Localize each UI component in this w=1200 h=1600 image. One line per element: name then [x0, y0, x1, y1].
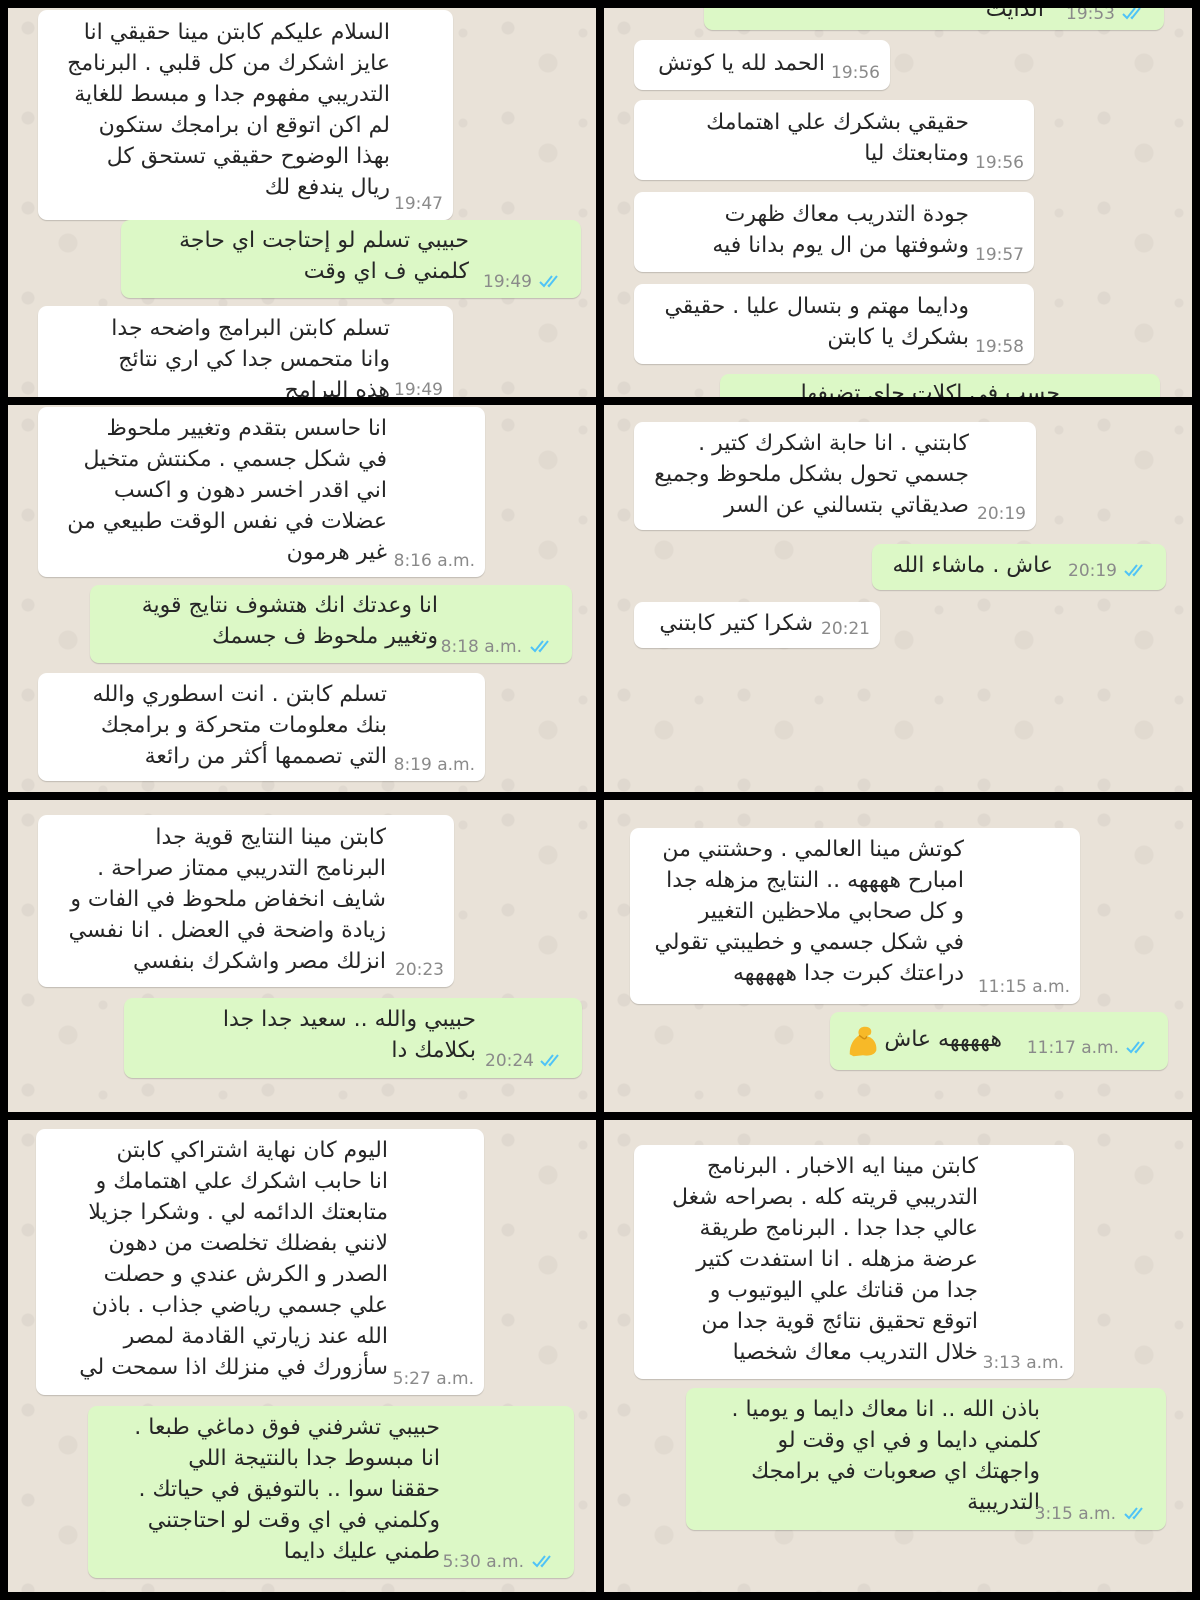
message-bubble-incoming[interactable]: شكرا كتير كابتني 20:21 [634, 602, 880, 648]
message-bubble-outgoing[interactable]: الدايت 19:53 [704, 8, 1164, 30]
message-bubble-outgoing[interactable]: هههههه عاش 11:17 a.m. [830, 1012, 1168, 1070]
message-time: 11:17 a.m. [1026, 1038, 1119, 1058]
message-bubble-incoming[interactable]: كابتني . انا حابة اشكرك كتير . جسمي تحول… [634, 422, 1036, 530]
message-bubble-outgoing[interactable]: حسب في اكلات جاي تضيفها [720, 374, 1160, 397]
chat-panel-5: كابتن مينا النتايج قوية جدا البرنامج الت… [8, 800, 596, 1112]
message-time: 8:19 a.m. [393, 755, 475, 775]
message-time: 8:16 a.m. [393, 551, 475, 571]
chat-panel-2: الدايت 19:53 الحمد لله يا كوتش 19:56 حقي… [604, 8, 1192, 397]
message-time: 3:13 a.m. [982, 1353, 1064, 1373]
message-bubble-incoming[interactable]: اليوم كان نهاية اشتراكي كابتن انا حابب ا… [36, 1129, 484, 1395]
double-check-icon [1122, 8, 1141, 20]
message-time: 11:15 a.m. [977, 977, 1070, 997]
chat-panel-3: انا حاسس بتقدم وتغيير ملحوظ في شكل جسمي … [8, 405, 596, 792]
message-time: 5:30 a.m. [442, 1552, 524, 1572]
chat-panel-4: كابتني . انا حابة اشكرك كتير . جسمي تحول… [604, 405, 1192, 792]
message-bubble-incoming[interactable]: السلام عليكم كابتن مينا حقيقي انا عايز ا… [38, 10, 453, 220]
message-text: ودايما مهتم و بتسال عليا . حقيقي بشكرك ي… [664, 294, 969, 350]
message-text: كابتني . انا حابة اشكرك كتير . جسمي تحول… [654, 431, 969, 518]
message-text: تسلم كابتن . انت اسطوري والله بنك معلوما… [92, 682, 387, 769]
message-time: 19:56 [975, 153, 1024, 173]
message-time: 19:49 [483, 272, 532, 292]
message-time: 19:47 [394, 194, 443, 214]
message-text: السلام عليكم كابتن مينا حقيقي انا عايز ا… [67, 20, 390, 200]
message-bubble-incoming[interactable]: ودايما مهتم و بتسال عليا . حقيقي بشكرك ي… [634, 284, 1034, 364]
message-text: كابتن مينا ايه الاخبار . البرنامج التدري… [671, 1154, 978, 1365]
message-time: 20:24 [485, 1051, 534, 1071]
message-bubble-outgoing[interactable]: انا وعدتك انك هتشوف نتايج قوية وتغيير مل… [90, 585, 572, 663]
message-bubble-incoming[interactable]: حقيقي بشكرك علي اهتمامك ومتابعتك ليا 19:… [634, 100, 1034, 180]
message-time: 20:23 [395, 960, 444, 980]
message-text: باذن الله .. انا معاك دايما و يوميا . كل… [731, 1397, 1040, 1515]
message-text: عاش . ماشاء الله [892, 553, 1053, 578]
flexed-biceps-emoji [849, 1026, 877, 1057]
message-text: كوتش مينا العالمي . وحشتني من امبارح ههه… [654, 837, 964, 986]
message-time: 19:56 [831, 63, 880, 83]
message-bubble-incoming[interactable]: كابتن مينا النتايج قوية جدا البرنامج الت… [38, 815, 454, 987]
double-check-icon [1124, 564, 1143, 577]
message-bubble-incoming[interactable]: جودة التدريب معاك ظهرت وشوفتها من ال يوم… [634, 192, 1034, 272]
message-text: حبيبي والله .. سعيد جدا جدا بكلامك دا [222, 1007, 476, 1063]
message-time: 20:19 [1068, 561, 1117, 581]
message-bubble-incoming[interactable]: انا حاسس بتقدم وتغيير ملحوظ في شكل جسمي … [38, 407, 485, 577]
chat-panel-7: اليوم كان نهاية اشتراكي كابتن انا حابب ا… [8, 1120, 596, 1592]
chat-panel-8: كابتن مينا ايه الاخبار . البرنامج التدري… [604, 1120, 1192, 1592]
message-text: كابتن مينا النتايج قوية جدا البرنامج الت… [68, 825, 386, 974]
chat-panel-6: كوتش مينا العالمي . وحشتني من امبارح ههه… [604, 800, 1192, 1112]
message-time: 20:21 [821, 619, 870, 639]
message-time: 20:19 [977, 504, 1026, 524]
double-check-icon [530, 640, 549, 653]
message-bubble-outgoing[interactable]: حبيبي والله .. سعيد جدا جدا بكلامك دا 20… [124, 998, 582, 1078]
message-bubble-outgoing[interactable]: باذن الله .. انا معاك دايما و يوميا . كل… [686, 1388, 1166, 1530]
message-time: 19:49 [394, 380, 443, 397]
message-text: تسلم كابتن البرامج واضحه جدا وانا متحمس … [111, 316, 390, 397]
message-text: حقيقي بشكرك علي اهتمامك ومتابعتك ليا [706, 110, 969, 166]
double-check-icon [532, 1555, 551, 1568]
double-check-icon [540, 1054, 559, 1067]
message-bubble-incoming[interactable]: تسلم كابتن . انت اسطوري والله بنك معلوما… [38, 673, 485, 781]
message-text: انا حاسس بتقدم وتغيير ملحوظ في شكل جسمي … [67, 416, 387, 565]
message-time: 19:53 [1066, 8, 1115, 24]
message-text: جودة التدريب معاك ظهرت وشوفتها من ال يوم… [712, 202, 969, 258]
message-time: 8:18 a.m. [440, 637, 522, 657]
chat-panel-1: السلام عليكم كابتن مينا حقيقي انا عايز ا… [8, 8, 596, 397]
double-check-icon [1124, 1507, 1143, 1520]
double-check-icon [1126, 1041, 1145, 1054]
message-bubble-incoming[interactable]: كابتن مينا ايه الاخبار . البرنامج التدري… [634, 1145, 1074, 1379]
message-time: 19:58 [975, 337, 1024, 357]
message-text: شكرا كتير كابتني [659, 611, 813, 636]
message-text: الدايت [985, 8, 1044, 22]
message-bubble-incoming[interactable]: تسلم كابتن البرامج واضحه جدا وانا متحمس … [38, 306, 453, 397]
message-bubble-incoming[interactable]: كوتش مينا العالمي . وحشتني من امبارح ههه… [630, 828, 1080, 1004]
message-time: 5:27 a.m. [392, 1369, 474, 1389]
message-text: الحمد لله يا كوتش [658, 51, 825, 76]
message-text: حبيبي تشرفني فوق دماغي طبعا . انا مبسوط … [134, 1415, 440, 1564]
message-bubble-outgoing[interactable]: حبيبي تشرفني فوق دماغي طبعا . انا مبسوط … [88, 1406, 574, 1578]
message-text: حبيبي تسلم لو إحتاجت اي حاجة كلمني ف اي … [179, 228, 469, 284]
message-time: 19:57 [975, 245, 1024, 265]
message-bubble-incoming[interactable]: الحمد لله يا كوتش 19:56 [634, 40, 890, 90]
double-check-icon [539, 275, 558, 288]
message-text: حسب في اكلات جاي تضيفها [800, 381, 1060, 397]
message-time: 3:15 a.m. [1034, 1504, 1116, 1524]
message-bubble-outgoing[interactable]: عاش . ماشاء الله 20:19 [872, 544, 1166, 590]
message-text: انا وعدتك انك هتشوف نتايج قوية وتغيير مل… [141, 593, 438, 649]
message-text: اليوم كان نهاية اشتراكي كابتن انا حابب ا… [79, 1138, 388, 1380]
message-bubble-outgoing[interactable]: حبيبي تسلم لو إحتاجت اي حاجة كلمني ف اي … [121, 220, 581, 298]
message-text: هههههه عاش [884, 1027, 1002, 1052]
